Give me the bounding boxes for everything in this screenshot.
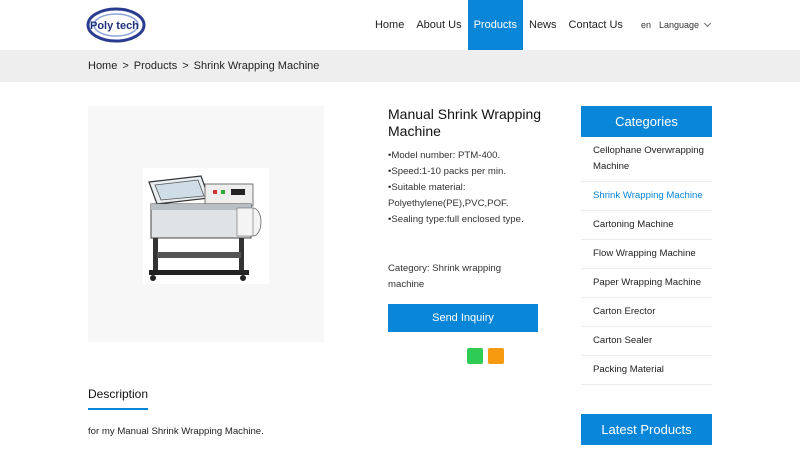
description-text: for my Manual Shrink Wrapping Machine. — [88, 426, 264, 437]
breadcrumb-products[interactable]: Products — [134, 50, 177, 82]
spec-line: •Sealing type:full enclosed type. — [388, 214, 524, 225]
spec-line: •Suitable material: Polyethylene(PE),PVC… — [388, 182, 509, 209]
breadcrumb-home[interactable]: Home — [88, 50, 117, 82]
share-icon-green[interactable] — [467, 348, 483, 364]
breadcrumb: Home > Products > Shrink Wrapping Machin… — [88, 50, 319, 82]
product-image[interactable] — [143, 168, 269, 284]
category-item[interactable]: Cartoning Machine — [581, 211, 712, 240]
nav-news[interactable]: News — [523, 0, 563, 50]
spec-line: •Speed:1-10 packs per min. — [388, 166, 507, 177]
nav-contact-us[interactable]: Contact Us — [563, 0, 629, 50]
category-item-active[interactable]: Shrink Wrapping Machine — [581, 182, 712, 211]
breadcrumb-separator: > — [182, 60, 189, 72]
chevron-down-icon — [703, 19, 712, 28]
category-item[interactable]: Paper Wrapping Machine — [581, 269, 712, 298]
language-code[interactable]: en — [637, 20, 655, 30]
main-nav: Home About Us Products News Contact Us e… — [369, 0, 800, 50]
product-title: Manual Shrink Wrapping Machine — [388, 106, 542, 139]
breadcrumb-separator: > — [122, 60, 129, 72]
spec-line: •Model number: PTM-400. — [388, 150, 501, 161]
breadcrumb-current: Shrink Wrapping Machine — [193, 60, 320, 72]
categories-heading: Categories — [581, 106, 712, 137]
product-image-panel — [88, 106, 324, 342]
site-header: Poly tech Home About Us Products News Co… — [0, 0, 800, 50]
breadcrumb-bar: Home > Products > Shrink Wrapping Machin… — [0, 50, 800, 82]
category-list: Cellophane Overwrapping Machine Shrink W… — [581, 137, 712, 385]
category-item[interactable]: Cellophane Overwrapping Machine — [581, 137, 712, 182]
logo[interactable]: Poly tech — [86, 6, 150, 44]
nav-about-us[interactable]: About Us — [410, 0, 467, 50]
nav-products[interactable]: Products — [467, 0, 523, 50]
category-item[interactable]: Packing Material — [581, 356, 712, 385]
language-label: Language — [658, 20, 699, 30]
category-item[interactable]: Carton Sealer — [581, 327, 712, 356]
tab-description[interactable]: Description — [88, 387, 148, 401]
latest-products-heading: Latest Products — [581, 414, 712, 445]
language-selector[interactable]: Language — [655, 19, 714, 30]
product-specs: •Model number: PTM-400. •Speed:1-10 pack… — [388, 148, 528, 228]
nav-home[interactable]: Home — [369, 0, 410, 50]
svg-text:Poly tech: Poly tech — [90, 20, 139, 32]
product-category: Category: Shrink wrapping machine — [388, 263, 502, 290]
tab-active-underline — [88, 408, 148, 410]
category-item[interactable]: Carton Erector — [581, 298, 712, 327]
send-inquiry-button[interactable]: Send Inquiry — [388, 304, 538, 332]
category-item[interactable]: Flow Wrapping Machine — [581, 240, 712, 269]
share-icon-orange[interactable] — [488, 348, 504, 364]
